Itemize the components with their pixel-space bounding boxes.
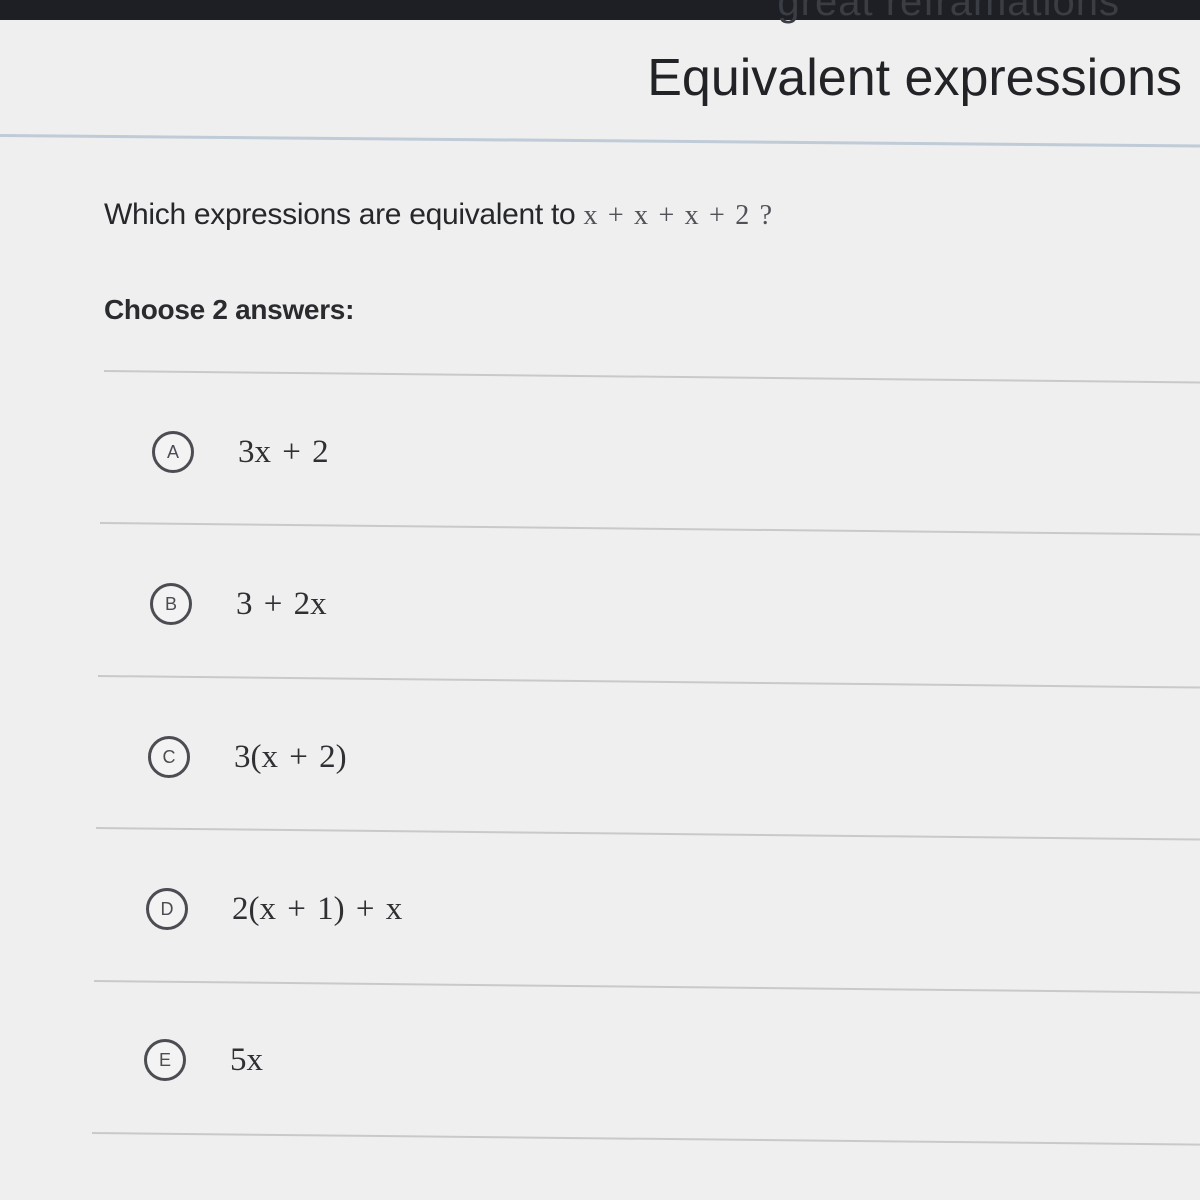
choice-expression-e: 5x <box>230 1041 263 1078</box>
header-ghost-text: great reframations <box>777 0 1120 24</box>
choice-d[interactable]: D 2(x + 1) + x <box>146 879 402 939</box>
choice-letter-d: D <box>146 888 188 930</box>
choice-letter-c: C <box>148 736 190 778</box>
choice-letter-a: A <box>152 431 194 473</box>
choice-divider <box>99 522 1200 536</box>
choice-divider <box>93 980 1200 994</box>
choice-expression-b: 3 + 2x <box>236 585 327 622</box>
page-title: Equivalent expressions <box>647 49 1182 107</box>
question-expression: x + x + x + 2 ? <box>583 200 772 231</box>
top-bar: great reframations <box>0 0 1200 24</box>
choice-letter-b: B <box>150 583 192 625</box>
choice-divider <box>97 675 1200 689</box>
choice-divider <box>95 827 1200 841</box>
choice-b[interactable]: B 3 + 2x <box>150 574 327 634</box>
question-text: Which expressions are equivalent to x + … <box>104 198 772 232</box>
choice-c[interactable]: C 3(x + 2) <box>148 727 347 787</box>
choice-expression-d: 2(x + 1) + x <box>232 890 403 927</box>
choice-divider <box>103 370 1200 384</box>
question-prompt: Which expressions are equivalent to <box>104 198 576 231</box>
choice-a[interactable]: A 3x + 2 <box>152 422 329 482</box>
choice-letter-e: E <box>144 1039 186 1081</box>
choice-divider <box>91 1132 1200 1146</box>
answer-instruction: Choose 2 answers: <box>104 294 355 325</box>
choice-e[interactable]: E 5x <box>144 1030 263 1090</box>
choice-expression-c: 3(x + 2) <box>234 738 347 775</box>
choice-expression-a: 3x + 2 <box>238 433 329 470</box>
title-divider <box>0 134 1200 148</box>
